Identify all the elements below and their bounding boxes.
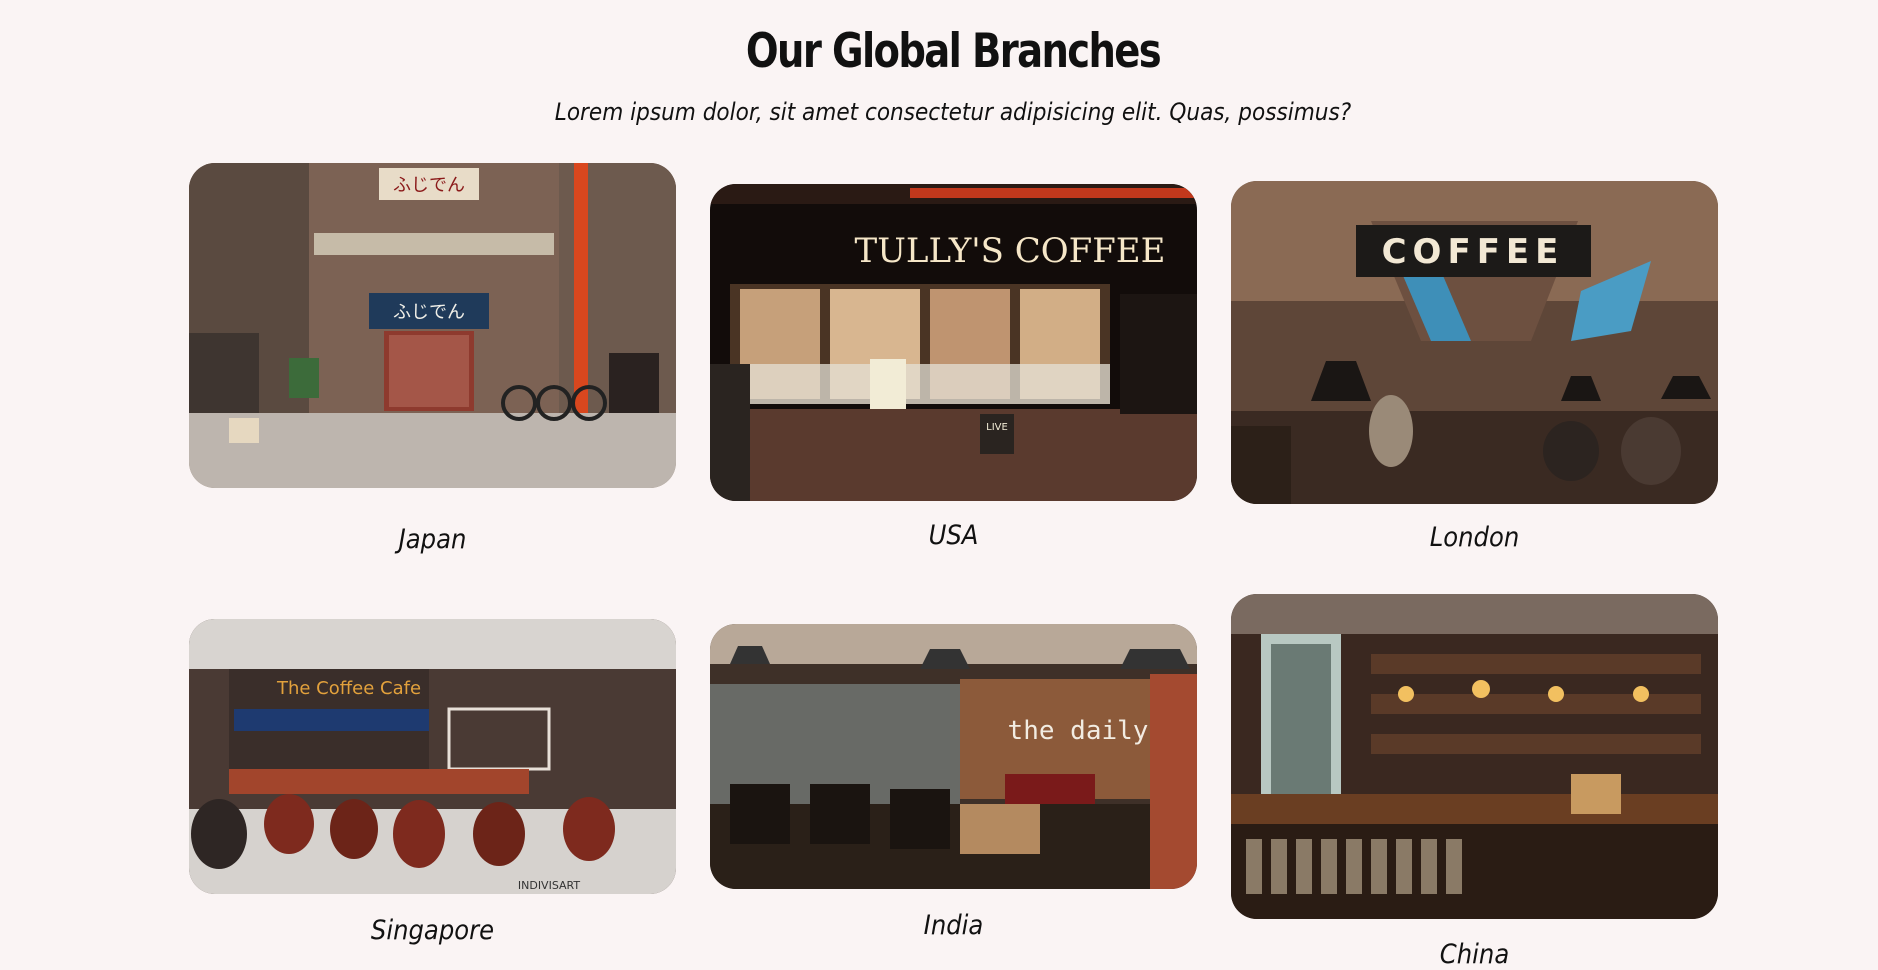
bar-counter-photo-icon xyxy=(1231,594,1718,919)
branch-label-japan: Japan xyxy=(398,524,467,555)
section-subtitle: Lorem ipsum dolor, sit amet consectetur … xyxy=(554,98,1352,126)
india-sign-text: the daily xyxy=(1008,716,1149,746)
branch-label-london: London xyxy=(1429,522,1520,553)
night-cafe-photo-icon: TULLY'S COFFEE LIVE xyxy=(710,184,1197,501)
cafe-interior-photo-icon: COFFEE xyxy=(1231,181,1718,504)
japan-sign-top: ふじでん xyxy=(393,175,465,196)
london-sign-text: COFFEE xyxy=(1382,232,1565,272)
branch-image-singapore: The Coffee Cafe INDIVISART xyxy=(189,619,676,894)
singapore-credit-text: INDIVISART xyxy=(518,879,581,892)
restaurant-interior-photo-icon: the daily xyxy=(710,624,1197,889)
branch-label-india: India xyxy=(923,910,984,941)
branch-image-japan: ふじでん ふじでん xyxy=(189,163,676,488)
japan-noren-text: ふじでん xyxy=(393,302,465,323)
cafe-render-photo-icon: The Coffee Cafe INDIVISART xyxy=(189,619,676,894)
usa-board-text: LIVE xyxy=(986,422,1008,433)
section-title: Our Global Branches xyxy=(745,24,1162,79)
singapore-sign-text: The Coffee Cafe xyxy=(276,678,421,699)
storefront-photo-icon: ふじでん ふじでん xyxy=(189,163,676,488)
branch-image-india: the daily xyxy=(710,624,1197,889)
usa-sign-text: TULLY'S COFFEE xyxy=(855,231,1166,271)
branch-label-singapore: Singapore xyxy=(370,915,495,946)
branch-label-usa: USA xyxy=(928,520,979,551)
branch-label-china: China xyxy=(1439,939,1510,970)
branch-image-usa: TULLY'S COFFEE LIVE xyxy=(710,184,1197,501)
branch-image-china xyxy=(1231,594,1718,919)
branch-image-london: COFFEE xyxy=(1231,181,1718,504)
